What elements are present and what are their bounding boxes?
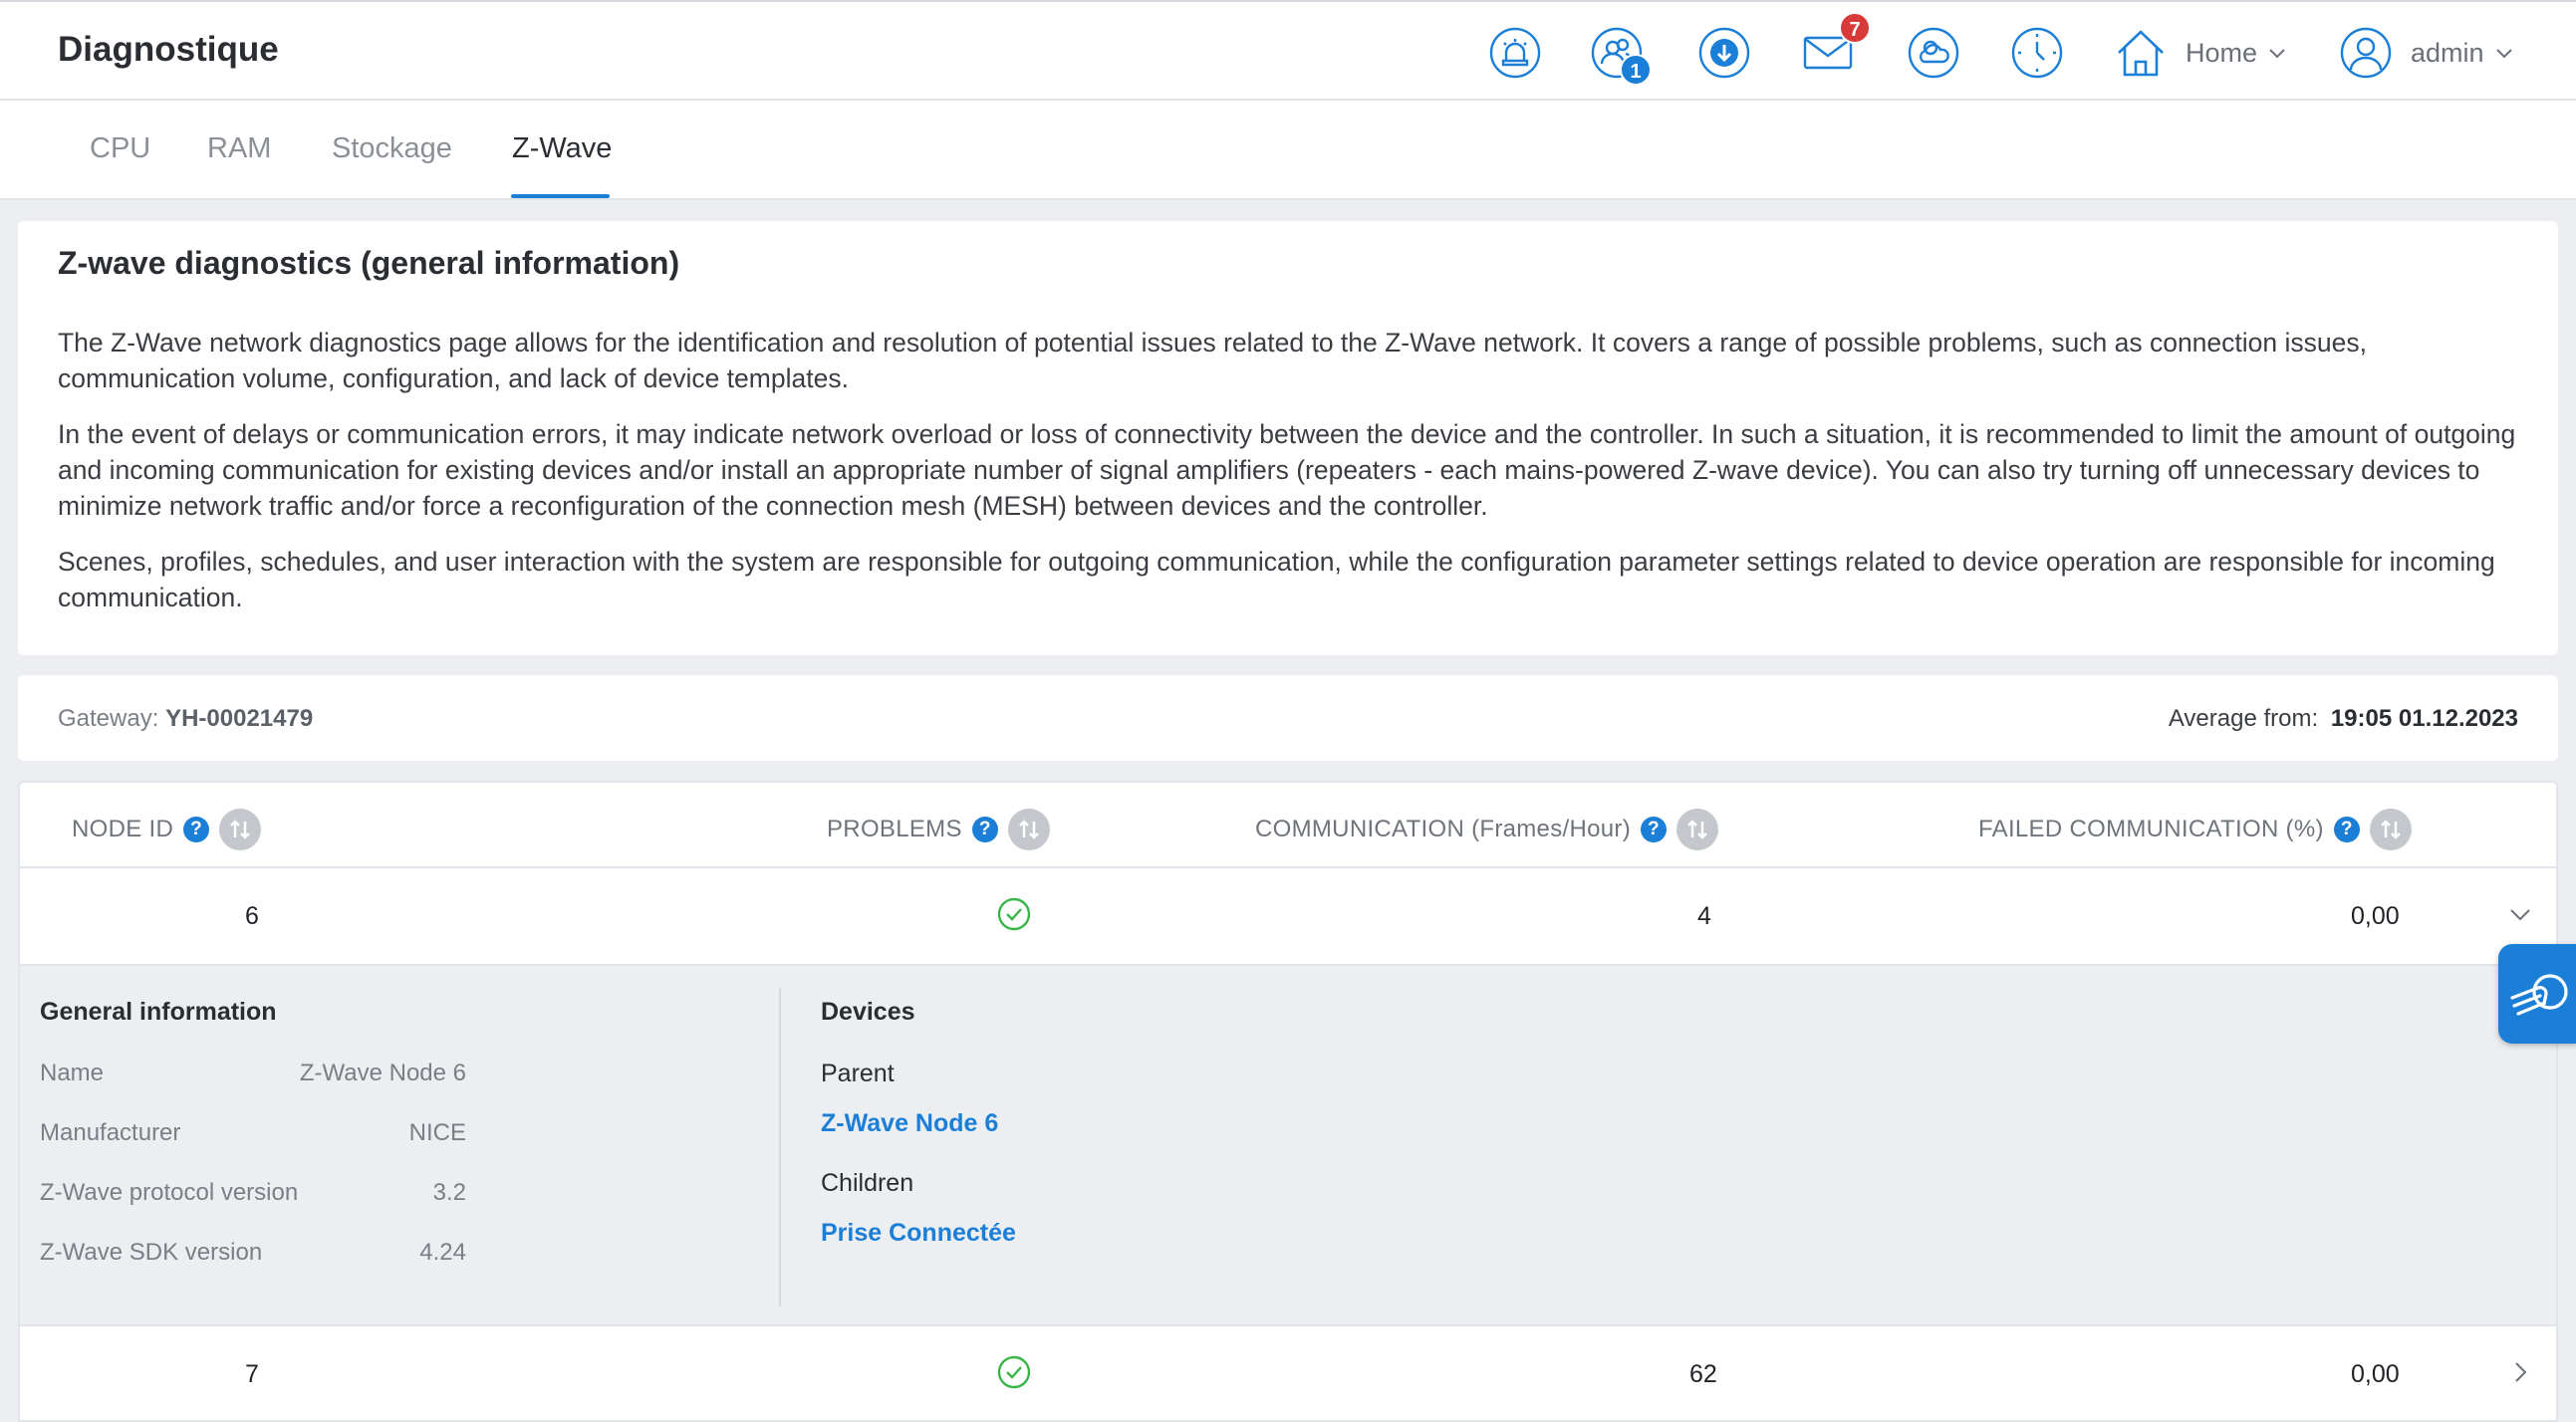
users-badge: 1 [1620,54,1652,86]
help-icon[interactable]: ? [183,817,210,842]
children-link[interactable]: Prise Connectée [821,1219,1016,1248]
detail-label-name: Name [40,1060,105,1086]
children-label: Children [821,1169,914,1197]
gateway-info: Gateway: YH-00021479 [58,705,313,733]
column-failed-communication: FAILED COMMUNICATION (%) ? [1978,809,2412,850]
communication-cell: 4 [1697,902,1711,930]
help-hand-icon [2510,974,2568,1016]
tab-stockage[interactable]: Stockage [332,132,452,165]
devices-title: Devices [821,998,915,1026]
column-communication: COMMUNICATION (Frames/Hour) ? [1255,809,1718,850]
column-label: FAILED COMMUNICATION (%) [1978,816,2324,842]
mail-badge: 7 [1839,12,1871,44]
table-header: NODE ID ? PROBLEMS ? COMMUNICATION (Fram… [20,783,2556,868]
download-icon[interactable] [1697,26,1751,80]
sort-icon[interactable] [1675,809,1718,850]
weather-icon[interactable] [1907,26,1960,80]
gateway-value: YH-00021479 [165,705,314,732]
info-title: Z-wave diagnostics (general information) [58,245,680,281]
mail-icon[interactable]: 7 [1801,12,1871,80]
detail-divider [779,988,781,1306]
sort-icon[interactable] [2369,809,2412,850]
sort-icon[interactable] [1007,809,1050,850]
alarm-icon[interactable] [1488,26,1542,80]
detail-value-sdk-version: 4.24 [419,1239,466,1266]
tab-cpu[interactable]: CPU [90,132,150,165]
page-title: Diagnostique [58,30,279,69]
gateway-bar: Gateway: YH-00021479 Average from: 19:05… [18,675,2558,761]
table-row[interactable]: 6 4 0,00 [20,868,2556,964]
info-paragraph-1: The Z-Wave network diagnostics page allo… [58,328,2367,393]
user-icon[interactable] [2339,26,2393,80]
tab-ram[interactable]: RAM [207,132,271,165]
home-label: Home [2186,38,2258,68]
chevron-down-icon[interactable] [2508,902,2532,926]
detail-label-protocol-version: Z-Wave protocol version [40,1179,299,1206]
gateway-label: Gateway: [58,705,159,732]
nodes-table: NODE ID ? PROBLEMS ? COMMUNICATION (Fram… [18,781,2558,1422]
column-node-id: NODE ID ? [72,809,262,850]
detail-value-manufacturer: NICE [408,1119,466,1146]
average-value: 19:05 01.12.2023 [2330,705,2518,732]
check-ok-icon [997,1355,1031,1389]
node-id-cell: 7 [245,1360,259,1388]
detail-label-manufacturer: Manufacturer [40,1119,181,1146]
sort-icon[interactable] [219,809,262,850]
column-label: NODE ID [72,816,174,842]
help-icon[interactable]: ? [971,817,998,842]
home-dropdown[interactable]: Home [2186,38,2285,69]
failed-communication-cell: 0,00 [2351,902,2400,930]
top-header: Diagnostique 1 7 Home admin [0,0,2576,101]
parent-label: Parent [821,1060,895,1087]
detail-value-name: Z-Wave Node 6 [299,1060,466,1086]
check-ok-icon [997,897,1031,931]
column-label: PROBLEMS [827,816,962,842]
table-row[interactable]: 7 62 0,00 [20,1326,2556,1420]
average-label: Average from: [2168,705,2319,732]
help-icon[interactable]: ? [1640,817,1667,842]
column-problems: PROBLEMS ? [827,809,1050,850]
floating-help-button[interactable] [2498,944,2576,1044]
user-label: admin [2411,38,2484,68]
node-detail-panel: General information Name Z-Wave Node 6 M… [20,964,2556,1326]
clock-icon[interactable] [2010,26,2064,80]
chevron-down-icon [2269,48,2285,58]
failed-communication-cell: 0,00 [2351,1360,2400,1388]
communication-cell: 62 [1689,1360,1717,1388]
general-info-title: General information [40,998,277,1026]
info-panel: Z-wave diagnostics (general information)… [18,221,2558,655]
detail-value-protocol-version: 3.2 [432,1179,466,1206]
tab-zwave[interactable]: Z-Wave [512,132,612,165]
info-paragraph-2: In the event of delays or communication … [58,419,2516,521]
home-icon[interactable] [2114,26,2168,80]
active-tab-indicator [511,194,610,198]
node-id-cell: 6 [245,902,259,930]
tab-bar: CPU RAM Stockage Z-Wave [0,101,2576,200]
average-info: Average from: 19:05 01.12.2023 [2169,705,2518,733]
chevron-right-icon[interactable] [2508,1360,2532,1384]
parent-link[interactable]: Z-Wave Node 6 [821,1109,998,1138]
info-paragraph-3: Scenes, profiles, schedules, and user in… [58,547,2495,612]
user-dropdown[interactable]: admin [2411,38,2512,69]
help-icon[interactable]: ? [2333,817,2360,842]
detail-label-sdk-version: Z-Wave SDK version [40,1239,263,1266]
users-icon[interactable]: 1 [1590,26,1652,86]
chevron-down-icon [2495,48,2512,58]
column-label: COMMUNICATION (Frames/Hour) [1255,816,1631,842]
